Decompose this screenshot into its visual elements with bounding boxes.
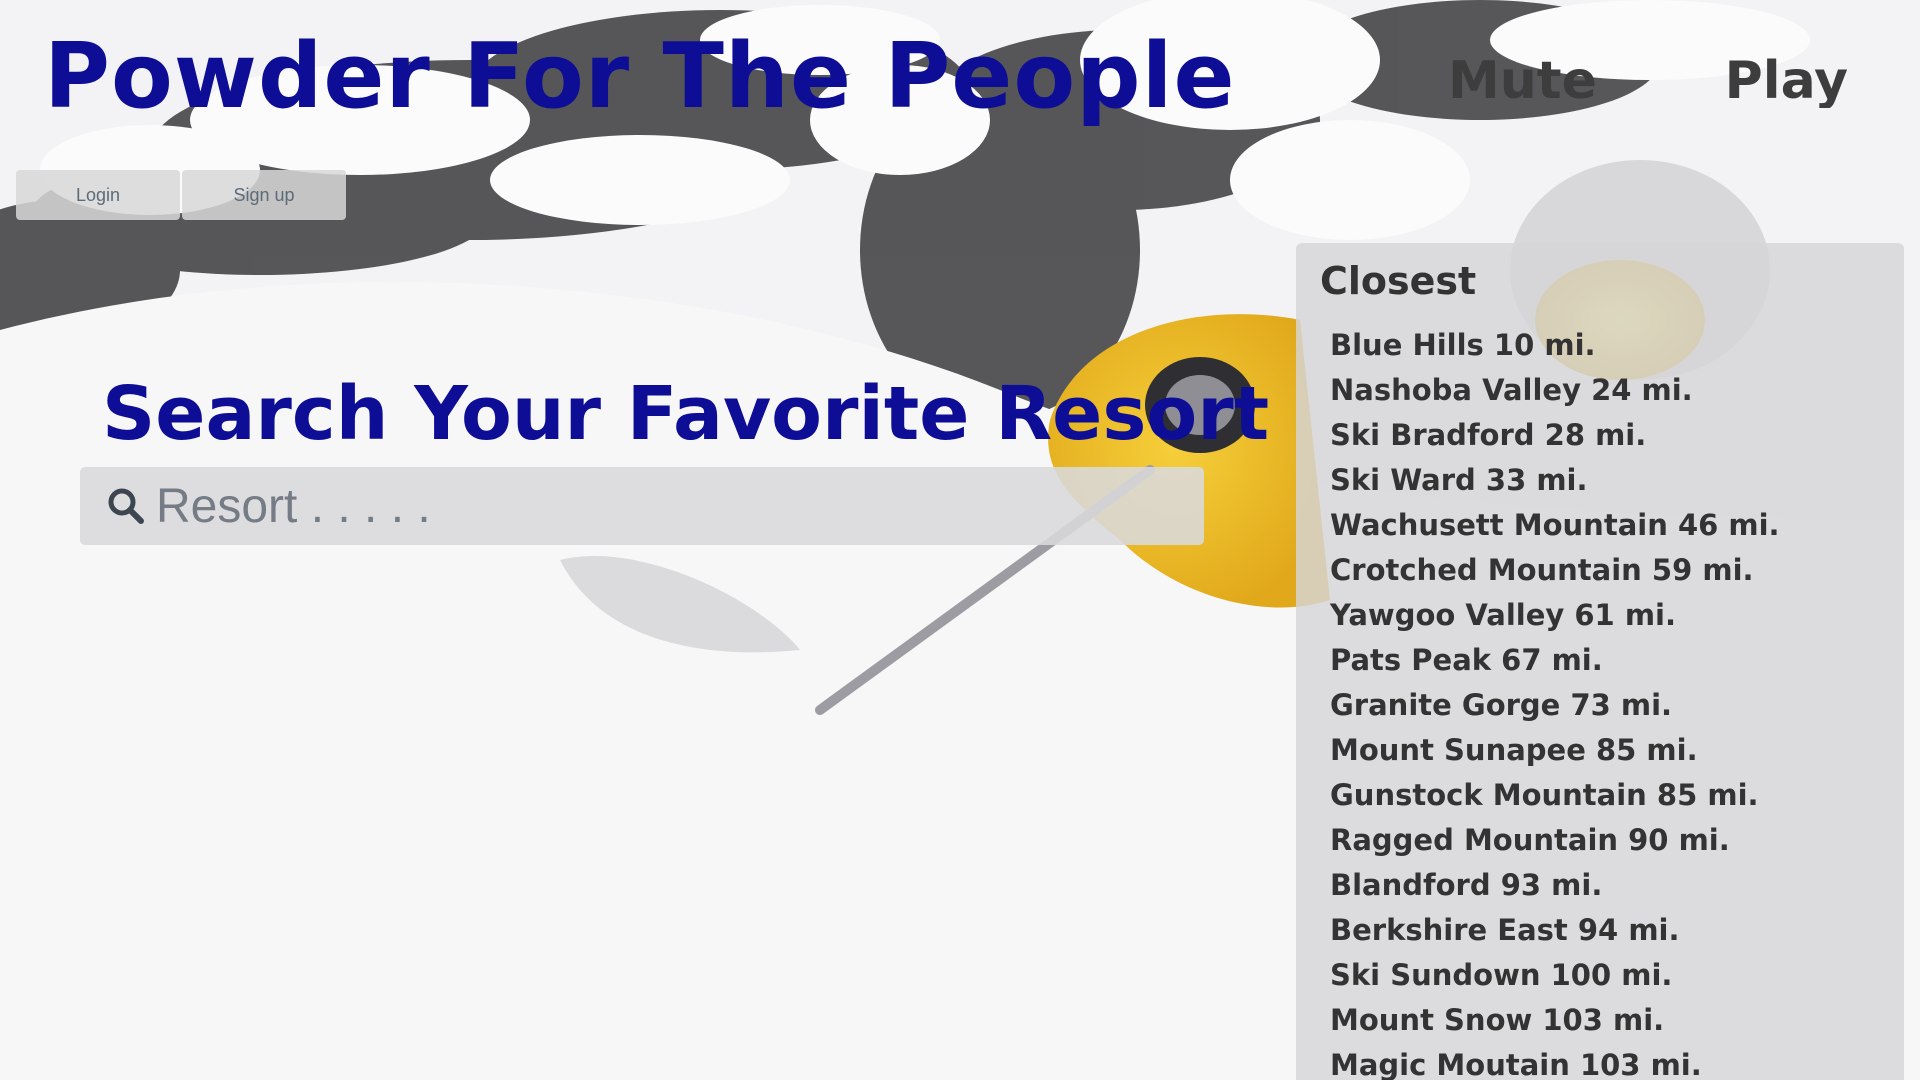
auth-buttons: Login Sign up xyxy=(16,170,346,220)
closest-item-magic-mountain[interactable]: Magic Moutain 103 mi. xyxy=(1330,1043,1780,1080)
site-title: Powder For The People xyxy=(44,24,1236,129)
closest-item-ski-sundown[interactable]: Ski Sundown 100 mi. xyxy=(1330,953,1780,998)
closest-item-crotched-mountain[interactable]: Crotched Mountain 59 mi. xyxy=(1330,548,1780,593)
search-icon xyxy=(108,488,144,524)
search-box[interactable] xyxy=(80,467,1204,545)
closest-list: Blue Hills 10 mi. Nashoba Valley 24 mi. … xyxy=(1330,323,1780,1080)
closest-item-mount-snow[interactable]: Mount Snow 103 mi. xyxy=(1330,998,1780,1043)
search-heading: Search Your Favorite Resort xyxy=(102,371,1270,457)
closest-item-ski-ward[interactable]: Ski Ward 33 mi. xyxy=(1330,458,1780,503)
closest-item-blue-hills[interactable]: Blue Hills 10 mi. xyxy=(1330,323,1780,368)
signup-button[interactable]: Sign up xyxy=(182,170,346,220)
closest-item-blandford[interactable]: Blandford 93 mi. xyxy=(1330,863,1780,908)
closest-item-granite-gorge[interactable]: Granite Gorge 73 mi. xyxy=(1330,683,1780,728)
closest-item-pats-peak[interactable]: Pats Peak 67 mi. xyxy=(1330,638,1780,683)
closest-item-berkshire-east[interactable]: Berkshire East 94 mi. xyxy=(1330,908,1780,953)
login-button[interactable]: Login xyxy=(16,170,180,220)
closest-panel: Closest Blue Hills 10 mi. Nashoba Valley… xyxy=(1296,243,1904,1080)
media-controls: Mute Play xyxy=(1448,46,1848,108)
closest-item-nashoba-valley[interactable]: Nashoba Valley 24 mi. xyxy=(1330,368,1780,413)
closest-item-yawgoo-valley[interactable]: Yawgoo Valley 61 mi. xyxy=(1330,593,1780,638)
closest-title: Closest xyxy=(1320,259,1477,303)
search-input[interactable] xyxy=(156,471,1204,541)
closest-item-wachusett-mountain[interactable]: Wachusett Mountain 46 mi. xyxy=(1330,503,1780,548)
closest-item-mount-sunapee[interactable]: Mount Sunapee 85 mi. xyxy=(1330,728,1780,773)
closest-item-ragged-mountain[interactable]: Ragged Mountain 90 mi. xyxy=(1330,818,1780,863)
play-button[interactable]: Play xyxy=(1725,46,1848,108)
closest-item-ski-bradford[interactable]: Ski Bradford 28 mi. xyxy=(1330,413,1780,458)
mute-button[interactable]: Mute xyxy=(1448,46,1597,108)
closest-item-gunstock-mountain[interactable]: Gunstock Mountain 85 mi. xyxy=(1330,773,1780,818)
